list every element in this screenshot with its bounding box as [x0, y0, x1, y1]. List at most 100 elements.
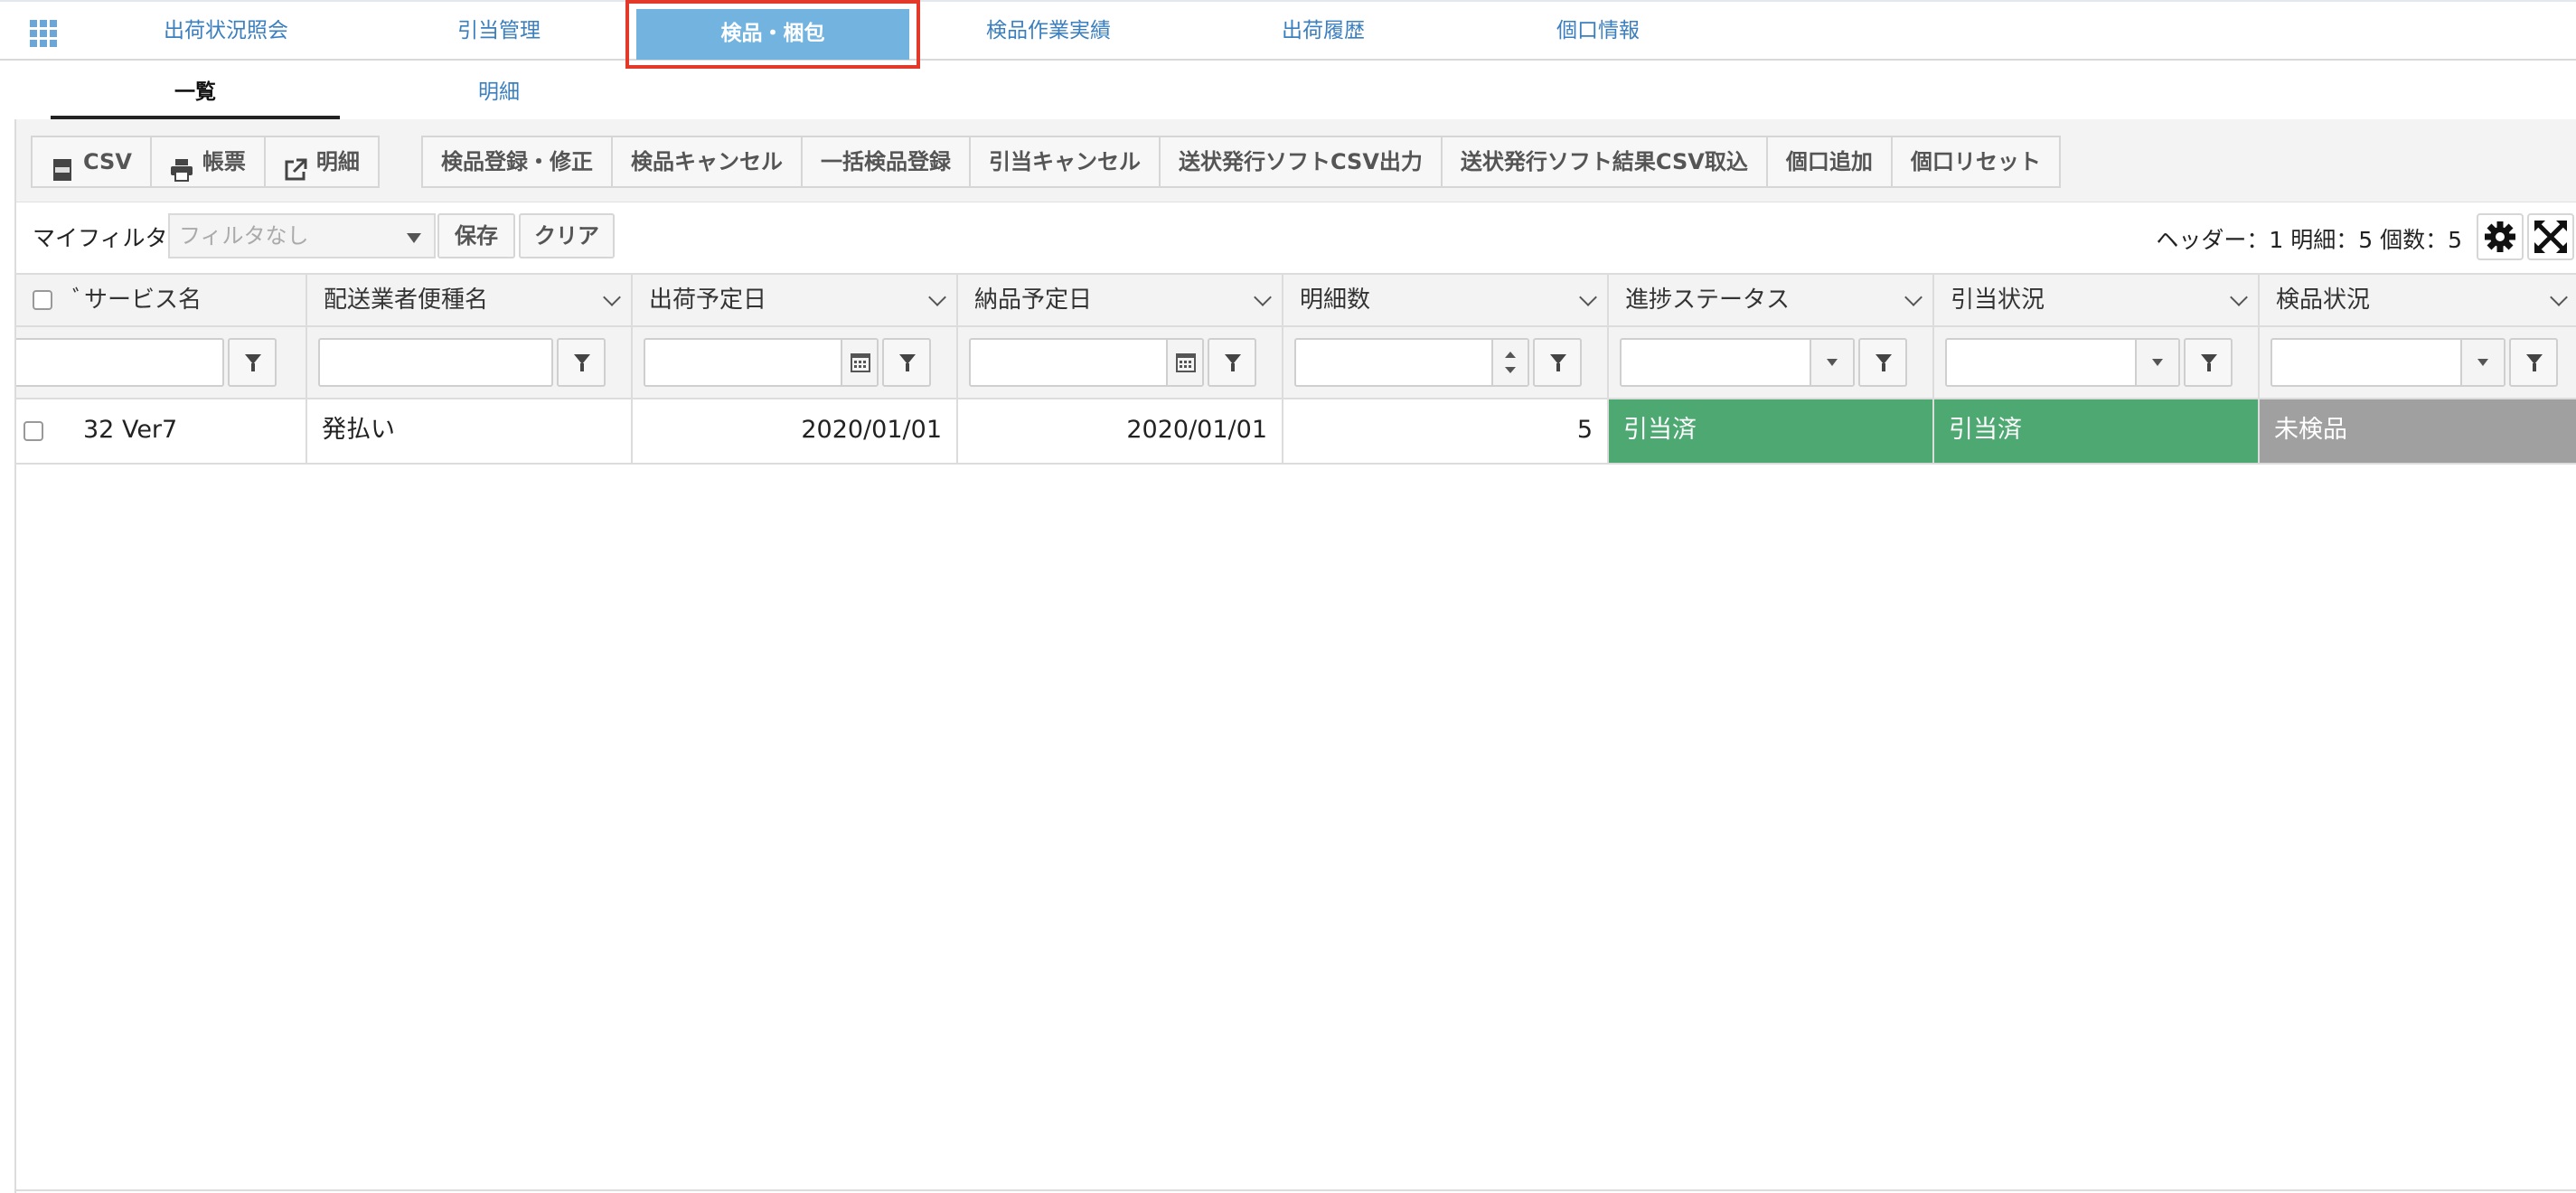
line-count-filter-input[interactable] [1294, 338, 1529, 387]
inspection-cancel-button[interactable]: 検品キャンセル [613, 137, 803, 186]
details-button[interactable]: 明細 [265, 137, 378, 186]
fullscreen-icon[interactable] [2527, 213, 2574, 260]
chevron-down-icon [1904, 288, 1923, 306]
filter-funnel-icon[interactable] [1533, 338, 1582, 387]
bulk-inspection-button[interactable]: 一括検品登録 [803, 137, 971, 186]
cell-service-name: 32 Ver7 [16, 399, 307, 463]
calendar-icon[interactable] [1166, 340, 1202, 385]
header-allocation-status[interactable]: 引当状況 [1934, 275, 2260, 325]
my-filter-value: フィルタなし [179, 223, 309, 249]
filter-cell-inspection [2260, 327, 2576, 398]
header-allocation-status-label: 引当状況 [1951, 287, 2045, 314]
header-line-count-label: 明細数 [1300, 287, 1371, 314]
csv-icon [51, 150, 74, 181]
filter-cell-progress [1609, 327, 1934, 398]
inspection-filter-select[interactable] [2270, 338, 2505, 387]
allocation-filter-select[interactable] [1945, 338, 2180, 387]
header-carrier-label: 配送業者便種名 [324, 287, 489, 314]
filter-funnel-icon[interactable] [1858, 338, 1907, 387]
filter-cell-service [16, 327, 307, 398]
add-package-button[interactable]: 個口追加 [1767, 137, 1893, 186]
cell-delivery-date: 2020/01/01 [958, 399, 1283, 463]
inspection-register-button[interactable]: 検品登録・修正 [423, 137, 613, 186]
header-service-name[interactable]: ﾞサービス名 [16, 275, 307, 325]
chevron-down-icon [407, 233, 421, 243]
header-ship-date-label: 出荷予定日 [649, 287, 767, 314]
my-filter-label: マイフィルタ [33, 225, 168, 251]
main-panel: CSV 帳票 明細 検品登録・修正 検品キャンセル 一括検品登録 引当キャンセル… [14, 119, 2576, 1193]
allocation-cancel-button[interactable]: 引当キャンセル [971, 137, 1161, 186]
external-link-icon [284, 150, 307, 181]
app-grid-icon[interactable] [30, 20, 57, 47]
tab-inspection-results[interactable]: 検品作業実績 [940, 2, 1157, 60]
service-filter-input[interactable] [16, 338, 224, 387]
save-filter-button[interactable]: 保存 [437, 213, 515, 258]
header-ship-date[interactable]: 出荷予定日 [633, 275, 958, 325]
reset-package-button[interactable]: 個口リセット [1892, 137, 2059, 186]
subtab-details[interactable]: 明細 [354, 69, 644, 119]
clear-filter-button[interactable]: クリア [519, 213, 615, 258]
filter-cell-carrier [307, 327, 633, 398]
action-button-group: 検品登録・修正 検品キャンセル 一括検品登録 引当キャンセル 送状発行ソフトCS… [421, 136, 2061, 188]
record-counts: ヘッダー：1 明細：5 個数：5 [2156, 227, 2462, 253]
print-label: 帳票 [202, 149, 246, 174]
tab-package-info[interactable]: 個口情報 [1490, 2, 1706, 60]
select-all-checkbox[interactable] [33, 290, 52, 310]
cell-ship-date: 2020/01/01 [633, 399, 958, 463]
header-line-count[interactable]: 明細数 [1283, 275, 1609, 325]
service-name-value: 32 Ver7 [83, 416, 178, 444]
number-spinner-icon[interactable] [1491, 340, 1528, 385]
filter-cell-ship-date [633, 327, 958, 398]
csv-label: CSV [83, 149, 132, 174]
filter-funnel-icon[interactable] [2509, 338, 2558, 387]
cell-carrier: 発払い [307, 399, 633, 463]
filter-funnel-icon[interactable] [1208, 338, 1256, 387]
grid-filter-row [16, 327, 2576, 399]
filter-funnel-icon[interactable] [882, 338, 931, 387]
ship-date-filter-input[interactable] [644, 338, 879, 387]
header-inspection-status[interactable]: 検品状況 [2260, 275, 2576, 325]
dropdown-caret-icon[interactable] [2460, 340, 2504, 385]
cell-progress-status: 引当済 [1609, 399, 1934, 463]
cell-allocation-status: 引当済 [1934, 399, 2260, 463]
printer-icon [170, 150, 193, 182]
panel-bottom-border [16, 1189, 2576, 1191]
toolbar: CSV 帳票 明細 検品登録・修正 検品キャンセル 一括検品登録 引当キャンセル… [16, 119, 2576, 202]
data-grid: ﾞサービス名 配送業者便種名 出荷予定日 納品予定日 明細数 進捗ステータス 引… [16, 273, 2576, 584]
row-checkbox[interactable] [24, 421, 43, 441]
csv-button[interactable]: CSV [33, 137, 152, 186]
label-csv-export-button[interactable]: 送状発行ソフトCSV出力 [1161, 137, 1443, 186]
calendar-icon[interactable] [841, 340, 877, 385]
chevron-down-icon [1254, 288, 1272, 306]
tab-shipping-status[interactable]: 出荷状況照会 [118, 2, 334, 60]
filter-funnel-icon[interactable] [557, 338, 606, 387]
chevron-down-icon [1579, 288, 1597, 306]
chevron-down-icon [2550, 288, 2568, 306]
dropdown-caret-icon[interactable] [2135, 340, 2178, 385]
tab-allocation[interactable]: 引当管理 [390, 2, 607, 60]
cell-inspection-status: 未検品 [2260, 399, 2576, 463]
filter-funnel-icon[interactable] [228, 338, 277, 387]
my-filter-select[interactable]: フィルタなし [168, 213, 436, 258]
details-label: 明細 [315, 149, 360, 174]
table-row[interactable]: 32 Ver7 発払い 2020/01/01 2020/01/01 5 引当済 … [16, 399, 2576, 465]
header-delivery-date[interactable]: 納品予定日 [958, 275, 1283, 325]
carrier-filter-input[interactable] [318, 338, 553, 387]
filter-funnel-icon[interactable] [2184, 338, 2233, 387]
delivery-date-filter-input[interactable] [969, 338, 1204, 387]
header-service-name-label: ﾞサービス名 [72, 287, 202, 314]
filter-cell-delivery-date [958, 327, 1283, 398]
settings-gear-icon[interactable] [2477, 213, 2524, 260]
header-delivery-date-label: 納品予定日 [974, 287, 1093, 314]
header-progress-status[interactable]: 進捗ステータス [1609, 275, 1934, 325]
tab-shipping-history[interactable]: 出荷履歴 [1215, 2, 1432, 60]
tab-inspection-packing[interactable]: 検品・梱包 [636, 9, 909, 60]
progress-filter-select[interactable] [1620, 338, 1855, 387]
subtab-list[interactable]: 一覧 [51, 69, 340, 119]
header-inspection-status-label: 検品状況 [2276, 287, 2371, 314]
dropdown-caret-icon[interactable] [1810, 340, 1853, 385]
print-button[interactable]: 帳票 [151, 137, 266, 186]
header-carrier[interactable]: 配送業者便種名 [307, 275, 633, 325]
label-result-import-button[interactable]: 送状発行ソフト結果CSV取込 [1442, 137, 1768, 186]
sub-tabs: 一覧 明細 [0, 69, 2576, 119]
